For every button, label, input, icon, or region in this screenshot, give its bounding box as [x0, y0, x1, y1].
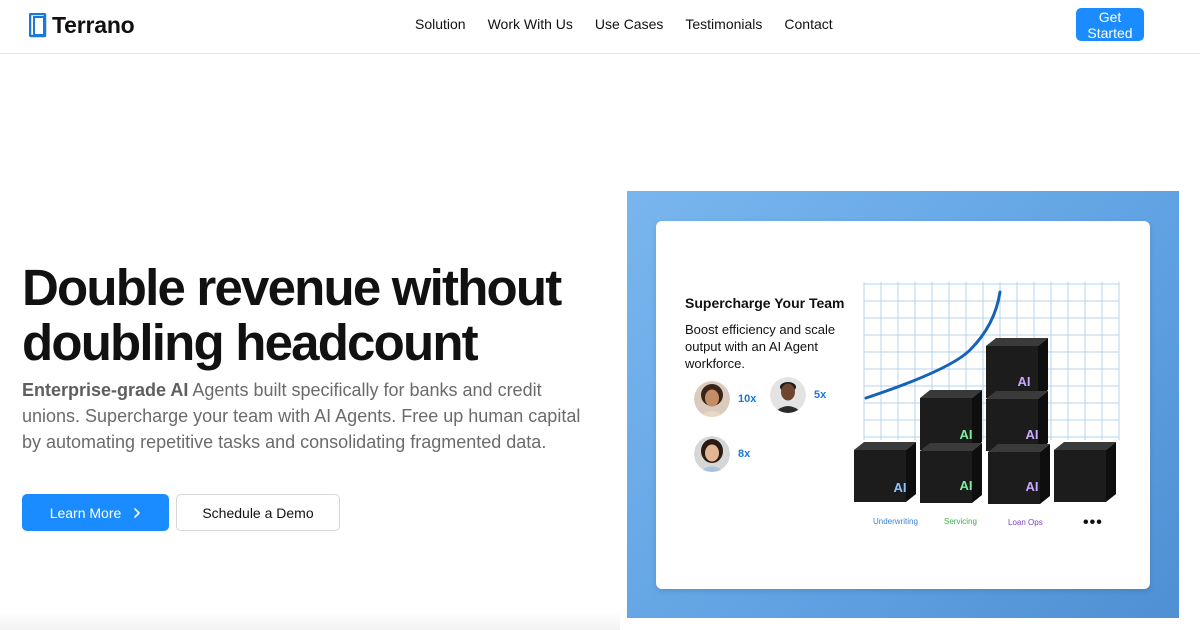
nav-links: Solution Work With Us Use Cases Testimon…: [415, 16, 855, 32]
get-started-button[interactable]: Get Started: [1076, 8, 1144, 41]
avatar-woman-1: [694, 381, 730, 417]
hero-description-bold: Enterprise-grade AI: [22, 380, 189, 400]
hero-title-line1: Double revenue without: [22, 259, 562, 316]
cube-label: AI: [960, 478, 973, 493]
nav-link-solution[interactable]: Solution: [415, 16, 466, 32]
nav-link-use-cases[interactable]: Use Cases: [595, 16, 663, 32]
multiplier-8x: 8x: [738, 448, 751, 460]
growth-curve: [864, 290, 1002, 400]
brand-name: Terrano: [52, 11, 135, 38]
learn-more-button[interactable]: Learn More: [22, 494, 169, 531]
nav-link-testimonials[interactable]: Testimonials: [685, 16, 762, 32]
person-icon: [694, 381, 730, 417]
hero-title: Double revenue without doubling headcoun…: [22, 260, 622, 370]
person-icon: [694, 436, 730, 472]
learn-more-label: Learn More: [49, 504, 122, 521]
illustration-subtitle: Boost efficiency and scale output with a…: [685, 322, 836, 371]
brand-logo[interactable]: Terrano: [29, 11, 135, 39]
ai-agents-illustration: AI AI AI AI AI AI: [854, 282, 1120, 504]
logo-icon: [29, 12, 47, 37]
schedule-demo-button[interactable]: Schedule a Demo: [176, 494, 340, 531]
hero-description: Enterprise-grade AI Agents built specifi…: [22, 377, 597, 455]
top-nav: Terrano Solution Work With Us Use Cases …: [0, 0, 1200, 54]
dept-label-servicing: Servicing: [944, 517, 977, 526]
avatar-man: [770, 377, 806, 413]
cube-label: AI: [894, 480, 907, 495]
cube-label: AI: [960, 427, 973, 442]
dept-label-loan-ops: Loan Ops: [1008, 518, 1043, 527]
chevron-right-icon: [134, 507, 141, 518]
nav-link-contact[interactable]: Contact: [784, 16, 832, 32]
cube-label: AI: [1026, 427, 1039, 442]
person-icon: [770, 377, 806, 413]
cube-label: AI: [1026, 479, 1039, 494]
dept-label-underwriting: Underwriting: [873, 517, 918, 526]
more-departments-icon: •••: [1083, 514, 1103, 531]
nav-link-work-with-us[interactable]: Work With Us: [488, 16, 573, 32]
multiplier-10x: 10x: [738, 393, 757, 405]
hero-title-line2: doubling headcount: [22, 314, 479, 371]
cube-label: AI: [1018, 374, 1031, 389]
multiplier-5x: 5x: [814, 389, 827, 401]
illustration-title: Supercharge Your Team: [685, 295, 845, 311]
avatar-woman-2: [694, 436, 730, 472]
bottom-divider: [0, 612, 620, 630]
